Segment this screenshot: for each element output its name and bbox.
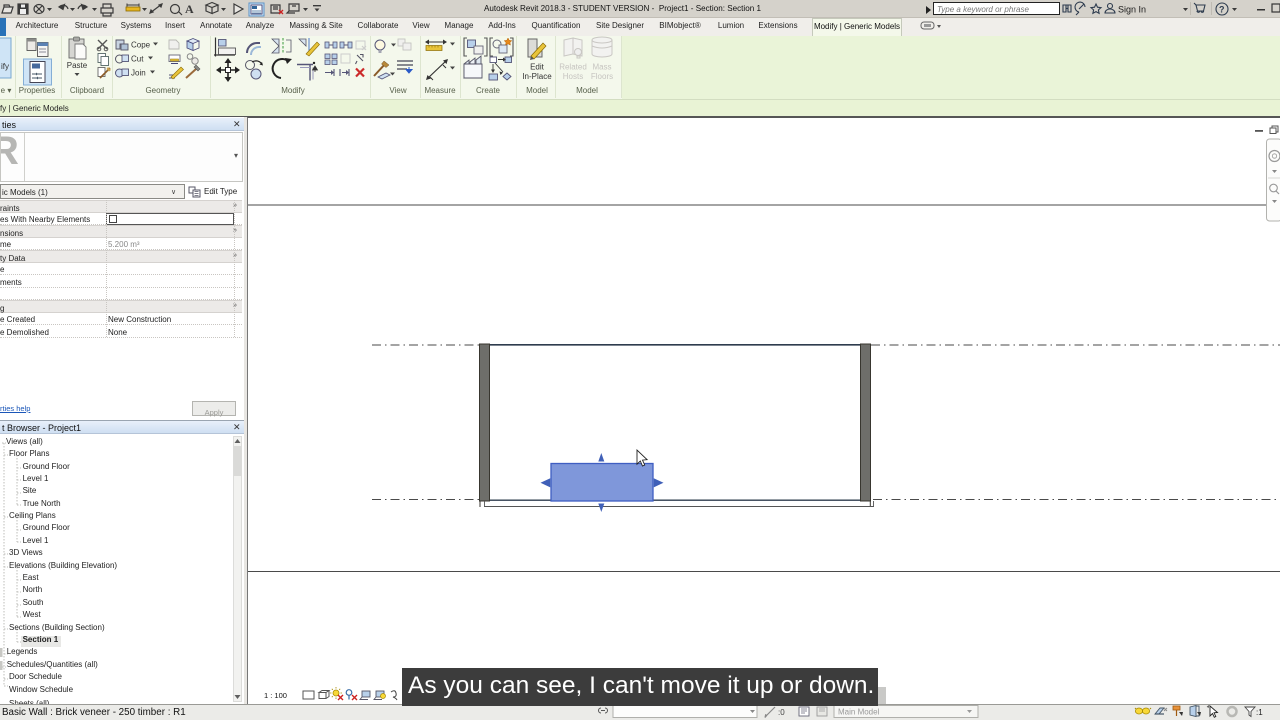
svg-text:Edit: Edit xyxy=(530,63,545,72)
svg-text::0: :0 xyxy=(778,708,785,717)
svg-text:Cut: Cut xyxy=(131,55,144,64)
svg-text:Paste: Paste xyxy=(67,61,88,70)
svg-text::1: :1 xyxy=(1256,708,1263,717)
svg-text:1 : 100: 1 : 100 xyxy=(264,691,287,700)
svg-text:Main Model: Main Model xyxy=(838,708,880,717)
svg-text:Sign In: Sign In xyxy=(1118,5,1146,15)
svg-text:Hosts: Hosts xyxy=(563,72,583,81)
svg-text:In-Place: In-Place xyxy=(522,72,552,81)
svg-text:Related: Related xyxy=(559,63,587,72)
svg-text:ify: ify xyxy=(1,62,9,71)
svg-text:Cope: Cope xyxy=(131,41,151,50)
svg-text:Floors: Floors xyxy=(591,72,613,81)
svg-text:?: ? xyxy=(1219,5,1225,15)
svg-text:Mass: Mass xyxy=(592,63,611,72)
svg-text:A: A xyxy=(185,2,194,16)
svg-text:Join: Join xyxy=(131,69,146,78)
